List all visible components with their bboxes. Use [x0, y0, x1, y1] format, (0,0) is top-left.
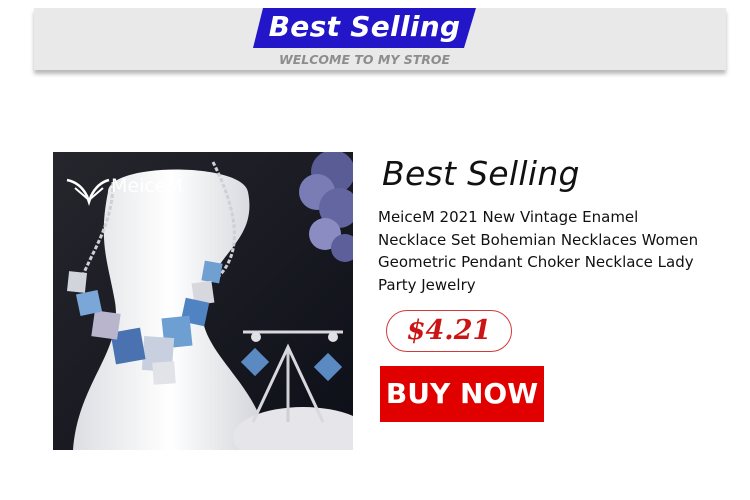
header-subtitle: WELCOME TO MY STROE — [278, 52, 451, 67]
product-title[interactable]: MeiceM 2021 New Vintage Enamel Necklace … — [378, 206, 708, 296]
best-selling-banner: Best Selling — [253, 8, 476, 48]
price-badge: $4.21 — [386, 310, 512, 352]
brand-name: MeiceM — [111, 175, 183, 197]
product-image[interactable]: MeiceM — [53, 152, 353, 450]
buy-now-button[interactable]: BUY NOW — [380, 366, 544, 422]
brand-logo-icon — [66, 178, 110, 206]
header-title: Best Selling — [268, 10, 461, 43]
promo-title: Best Selling — [382, 154, 580, 193]
